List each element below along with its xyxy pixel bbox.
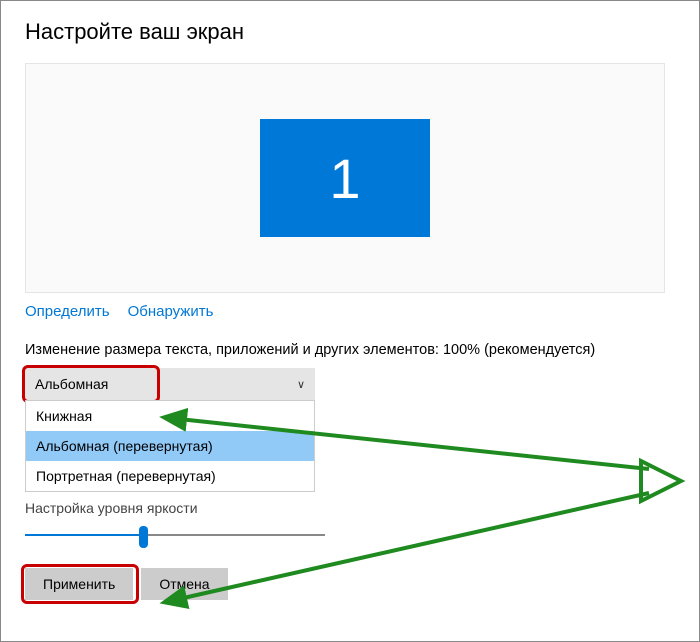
apply-button[interactable]: Применить — [25, 568, 133, 600]
slider-fill — [25, 534, 145, 536]
orientation-option-1[interactable]: Альбомная (перевернутая) — [26, 431, 314, 461]
monitor-number: 1 — [329, 146, 360, 211]
identify-link[interactable]: Определить — [25, 303, 110, 320]
detect-link[interactable]: Обнаружить — [128, 303, 214, 320]
orientation-selected[interactable]: Альбомная ∨ — [25, 368, 315, 400]
scale-label: Изменение размера текста, приложений и д… — [25, 342, 675, 358]
cancel-button[interactable]: Отмена — [141, 568, 227, 600]
orientation-option-0[interactable]: Книжная — [26, 401, 314, 431]
display-settings-window: Настройте ваш экран 1 Определить Обнаруж… — [0, 0, 700, 642]
brightness-slider[interactable] — [25, 524, 325, 548]
orientation-selected-text: Альбомная — [35, 376, 108, 392]
brightness-label: Настройка уровня яркости — [25, 500, 675, 516]
monitor-preview-panel: 1 — [25, 63, 665, 293]
action-buttons-row: Применить Отмена — [25, 568, 675, 600]
page-title: Настройте ваш экран — [25, 19, 675, 45]
slider-thumb[interactable] — [139, 526, 148, 548]
monitor-actions-row: Определить Обнаружить — [25, 303, 675, 320]
orientation-options-list: Книжная Альбомная (перевернутая) Портрет… — [25, 400, 315, 492]
monitor-1[interactable]: 1 — [260, 119, 430, 237]
chevron-down-icon: ∨ — [297, 378, 305, 391]
orientation-option-2[interactable]: Портретная (перевернутая) — [26, 461, 314, 491]
orientation-dropdown[interactable]: Альбомная ∨ Книжная Альбомная (переверну… — [25, 368, 315, 400]
